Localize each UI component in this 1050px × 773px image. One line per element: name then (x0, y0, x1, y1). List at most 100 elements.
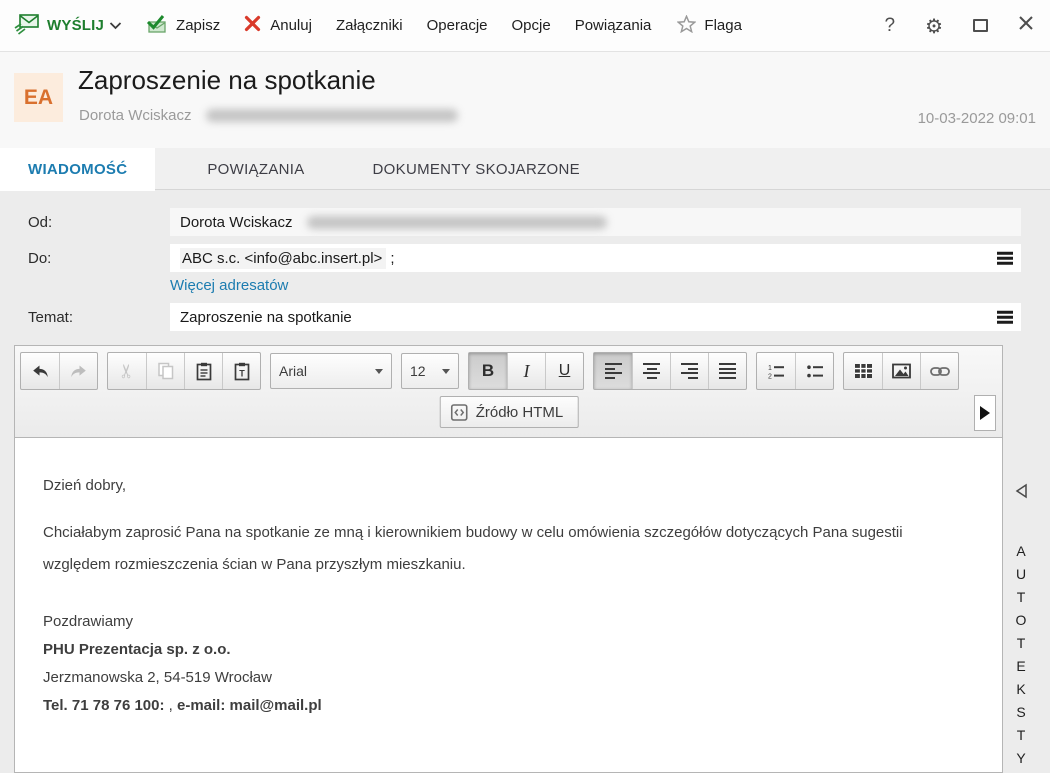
bold-button[interactable]: B (469, 353, 507, 389)
more-recipients-link[interactable]: Więcej adresatów (170, 277, 288, 294)
hamburger-icon[interactable] (997, 310, 1013, 324)
window-controls: ? ⚙ (884, 14, 1034, 38)
align-justify-button[interactable] (708, 353, 746, 389)
cancel-button[interactable]: Anuluj (244, 15, 312, 36)
subject-field[interactable]: Zaproszenie na spotkanie (170, 303, 1021, 331)
redo-icon (71, 365, 86, 377)
underline-glyph: U (558, 362, 571, 379)
rich-text-editor: ✂ T Arial 12 B I U 1 2 Źródło HTML Dzień… (14, 345, 1003, 773)
align-right-icon (681, 362, 698, 380)
align-center-button[interactable] (632, 353, 670, 389)
paste-text-button[interactable]: T (222, 353, 260, 389)
clipboard-group: ✂ T (107, 352, 261, 390)
star-icon (676, 13, 698, 37)
signature-address: Jerzmanowska 2, 54-519 Wrocław (43, 669, 272, 686)
tab-bar: WIADOMOŚĆ POWIĄZANIA DOKUMENTY SKOJARZON… (0, 148, 1050, 191)
flag-button[interactable]: Flaga (676, 13, 742, 37)
hamburger-icon[interactable] (997, 251, 1013, 265)
signature-closing: Pozdrawiamy (43, 613, 134, 630)
send-button-label: WYŚLIJ (47, 17, 105, 34)
autoteksty-panel-label[interactable]: AUTOTEKSTY (1006, 540, 1036, 770)
insert-link-button[interactable] (920, 353, 958, 389)
tab-dokumenty-skojarzone[interactable]: DOKUMENTY SKOJARZONE (343, 148, 610, 190)
html-source-button[interactable]: Źródło HTML (439, 396, 579, 428)
insert-table-button[interactable] (844, 353, 882, 389)
align-left-button[interactable] (594, 353, 632, 389)
ordered-list-icon: 1 2 (768, 365, 784, 380)
italic-button[interactable]: I (507, 353, 545, 389)
menu-opcje[interactable]: Opcje (512, 17, 551, 34)
paste-icon (196, 362, 211, 380)
font-family-value: Arial (279, 363, 308, 379)
insert-image-button[interactable] (882, 353, 920, 389)
bullet-list-button[interactable] (795, 353, 833, 389)
subject-label: Temat: (28, 309, 74, 326)
svg-text:2: 2 (768, 373, 772, 380)
cut-button[interactable]: ✂ (108, 353, 146, 389)
message-datetime: 10-03-2022 09:01 (917, 110, 1036, 127)
redacted-email (205, 109, 458, 122)
font-size-select[interactable]: 12 (401, 353, 459, 389)
gear-icon[interactable]: ⚙ (925, 14, 943, 38)
send-button[interactable]: WYŚLIJ (14, 12, 122, 40)
maximize-icon[interactable] (973, 19, 988, 32)
cancel-button-label: Anuluj (270, 17, 312, 34)
paste-text-icon: T (234, 362, 249, 380)
redo-button[interactable] (59, 353, 97, 389)
close-icon[interactable] (1018, 15, 1034, 36)
underline-button[interactable]: U (545, 353, 583, 389)
image-icon (892, 363, 911, 379)
sender-line: Dorota Wciskacz (79, 107, 458, 124)
align-left-icon (604, 362, 622, 380)
menu-operacje[interactable]: Operacje (427, 17, 488, 34)
tab-powiazania[interactable]: POWIĄZANIA (177, 148, 334, 190)
menu-zalaczniki[interactable]: Załączniki (336, 17, 403, 34)
redacted-from-email (306, 215, 607, 229)
signature-phone: Tel. 71 78 76 100: (43, 697, 165, 714)
svg-text:T: T (239, 368, 245, 378)
align-right-button[interactable] (670, 353, 708, 389)
toolbar-expand-button[interactable] (974, 395, 996, 431)
scissors-icon: ✂ (115, 363, 138, 379)
to-label: Do: (28, 250, 52, 267)
help-icon[interactable]: ? (884, 15, 895, 37)
save-icon (146, 14, 168, 38)
save-button[interactable]: Zapisz (146, 14, 220, 38)
flag-button-label: Flaga (704, 17, 742, 34)
caret-down-icon (375, 368, 383, 374)
cancel-icon (244, 15, 261, 36)
svg-text:1: 1 (768, 365, 772, 372)
signature-block: Pozdrawiamy PHU Prezentacja sp. z o.o. J… (43, 608, 972, 720)
align-justify-icon (719, 362, 736, 380)
list-group: 1 2 (756, 352, 834, 390)
undo-button[interactable] (21, 353, 59, 389)
message-body[interactable]: Dzień dobry, Chciałabym zaprosić Pana na… (15, 438, 1002, 772)
tab-wiadomosc[interactable]: WIADOMOŚĆ (0, 148, 156, 191)
undo-redo-group (20, 352, 98, 390)
menu-powiazania[interactable]: Powiązania (575, 17, 652, 34)
copy-button[interactable] (146, 353, 184, 389)
main-toolbar: WYŚLIJ Zapisz Anuluj Załączniki Operacje… (0, 0, 1050, 52)
bullet-list-icon (806, 364, 823, 377)
message-header: EA Zaproszenie na spotkanie Dorota Wcisk… (0, 52, 1050, 148)
from-label: Od: (28, 214, 53, 231)
paste-button[interactable] (184, 353, 222, 389)
autoteksty-collapse-button[interactable] (1013, 482, 1033, 500)
italic-glyph: I (523, 360, 530, 381)
from-field: Dorota Wciskacz (170, 208, 1021, 236)
caret-down-icon (442, 368, 450, 374)
to-field[interactable]: ABC s.c. <info@abc.insert.pl> ; (170, 244, 1021, 272)
signature-company: PHU Prezentacja sp. z o.o. (43, 641, 231, 658)
avatar: EA (14, 73, 63, 122)
email-compose-window: WYŚLIJ Zapisz Anuluj Załączniki Operacje… (0, 0, 1050, 773)
chevron-down-icon[interactable] (109, 17, 122, 34)
save-button-label: Zapisz (176, 17, 221, 34)
font-family-select[interactable]: Arial (270, 353, 392, 389)
play-right-icon (980, 406, 990, 420)
table-icon (854, 364, 872, 378)
align-group (593, 352, 747, 390)
page-title: Zaproszenie na spotkanie (78, 65, 376, 95)
ordered-list-button[interactable]: 1 2 (757, 353, 795, 389)
recipient-chip[interactable]: ABC s.c. <info@abc.insert.pl> (180, 247, 387, 269)
from-value: Dorota Wciskacz (180, 213, 293, 231)
